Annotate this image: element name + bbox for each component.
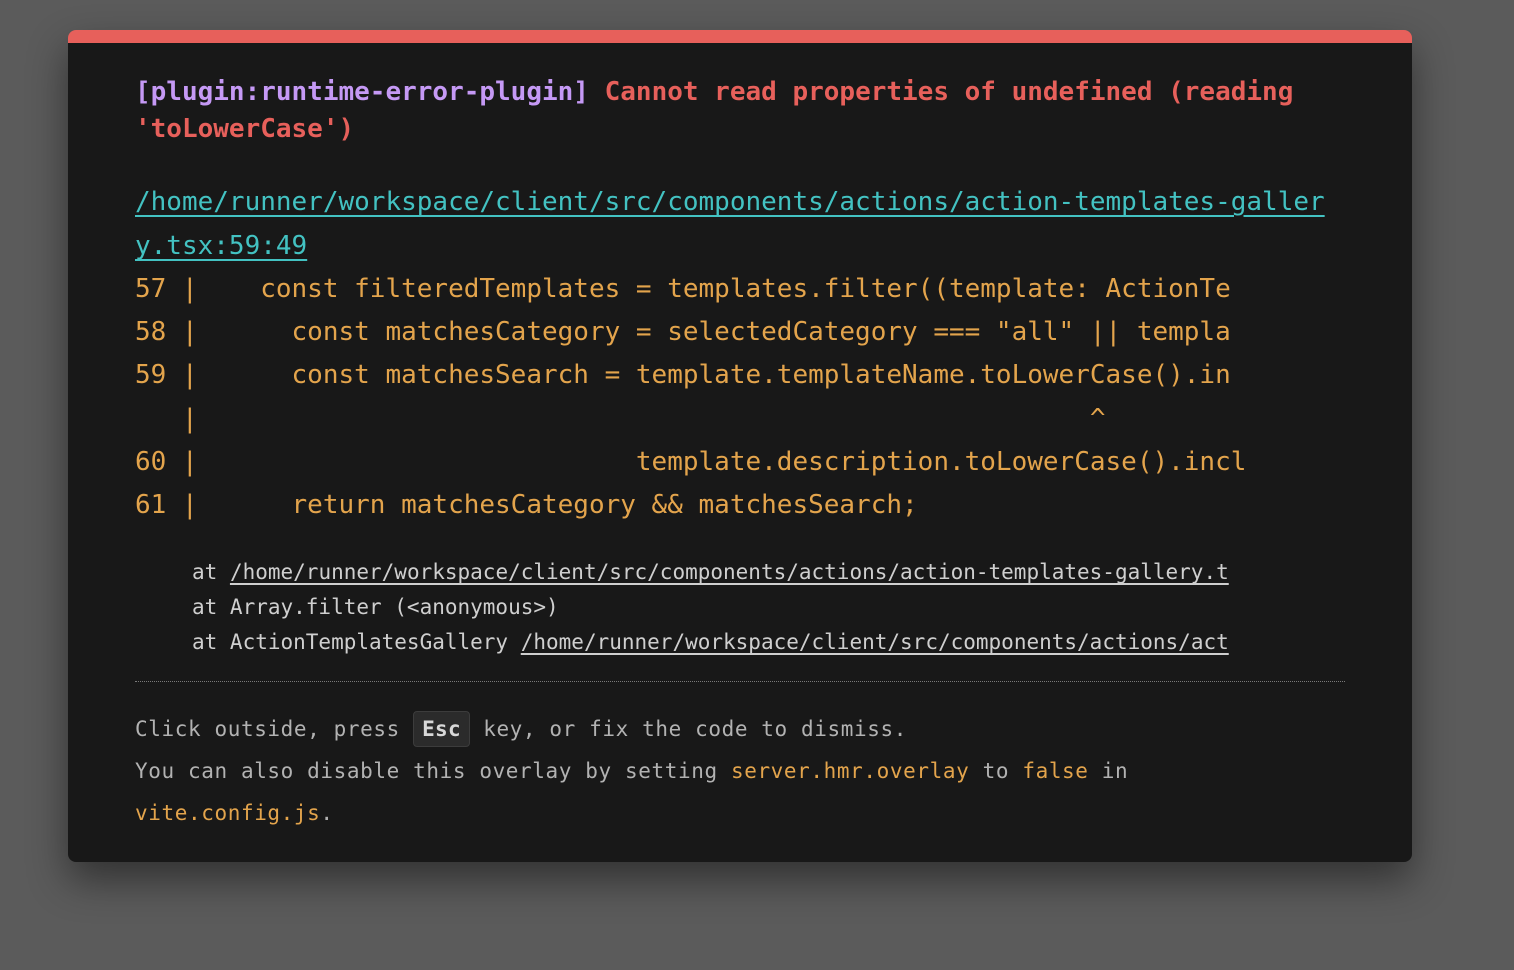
error-file-link[interactable]: /home/runner/workspace/client/src/compon…: [135, 180, 1335, 268]
code-frame-pointer-line: | ^: [135, 403, 1106, 434]
stack-frame-location-link[interactable]: /home/runner/workspace/client/src/compon…: [230, 560, 1229, 584]
error-message: [plugin:runtime-error-plugin] Cannot rea…: [135, 74, 1335, 148]
plugin-tag: [plugin:runtime-error-plugin]: [135, 77, 589, 107]
stack-trace: at /home/runner/workspace/client/src/com…: [135, 555, 1345, 660]
tip-text: to: [969, 759, 1023, 784]
config-file: vite.config.js: [135, 801, 321, 826]
config-key: server.hmr.overlay: [730, 759, 970, 784]
code-frame: 57 | const filteredTemplates = templates…: [135, 268, 1345, 527]
divider: [135, 681, 1345, 683]
code-frame-line: 58 | const matchesCategory = selectedCat…: [135, 317, 1231, 348]
stack-frame-prefix: at: [192, 560, 230, 585]
tip-text: You can also disable this overlay by set…: [135, 759, 731, 784]
dismiss-tip: Click outside, press Esc key, or fix the…: [135, 708, 1345, 834]
stack-frame-prefix: at Array.filter (<anonymous>): [192, 595, 559, 620]
tip-text: .: [320, 801, 334, 826]
stack-frame: at ActionTemplatesGallery /home/runner/w…: [192, 625, 1345, 660]
code-frame-line: 60 | template.description.toLowerCase().…: [135, 446, 1247, 477]
stack-frame-prefix: at ActionTemplatesGallery: [192, 630, 521, 655]
code-frame-line: 59 | const matchesSearch = template.temp…: [135, 360, 1231, 391]
config-value: false: [1022, 759, 1089, 784]
stack-frame: at Array.filter (<anonymous>): [192, 590, 1345, 625]
code-frame-line: 57 | const filteredTemplates = templates…: [135, 274, 1231, 304]
tip-text: in: [1088, 759, 1129, 784]
stack-frame-location-link[interactable]: /home/runner/workspace/client/src/compon…: [521, 630, 1229, 654]
code-frame-line: 61 | return matchesCategory && matchesSe…: [135, 489, 918, 520]
overlay-content: [plugin:runtime-error-plugin] Cannot rea…: [135, 74, 1345, 834]
tip-text: Click outside, press: [135, 717, 414, 742]
esc-key-badge: Esc: [413, 711, 470, 748]
error-overlay: [plugin:runtime-error-plugin] Cannot rea…: [68, 30, 1412, 862]
tip-text: key, or fix the code to dismiss.: [469, 717, 907, 742]
stack-frame: at /home/runner/workspace/client/src/com…: [192, 555, 1345, 590]
